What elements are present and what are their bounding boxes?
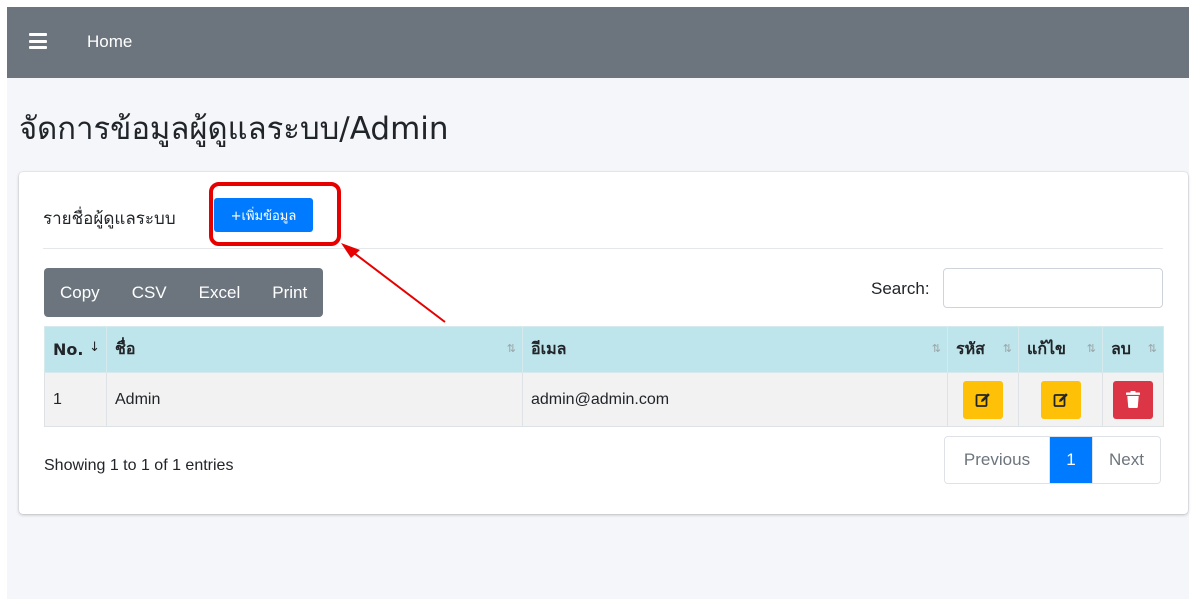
- column-header-label: ชื่อ: [115, 339, 136, 358]
- column-header-label: อีเมล: [531, 339, 567, 358]
- column-header-edit[interactable]: แก้ไข ⇅: [1018, 326, 1103, 373]
- top-navbar: Home: [7, 7, 1189, 78]
- edit-button[interactable]: [1040, 380, 1081, 419]
- card-title: รายชื่อผู้ดูแลระบบ: [43, 209, 176, 229]
- pagination-previous-button[interactable]: Previous: [945, 437, 1050, 483]
- page-title: จัดการข้อมูลผู้ดูแลระบบ/Admin: [19, 111, 449, 147]
- cell-password: [947, 372, 1019, 427]
- add-data-button[interactable]: +เพิ่มข้อมูล: [214, 198, 313, 232]
- sort-icon: ⇅: [506, 342, 516, 355]
- table-info-text: Showing 1 to 1 of 1 entries: [44, 457, 234, 474]
- sort-icon: ⇅: [1147, 342, 1157, 355]
- copy-button[interactable]: Copy: [44, 268, 116, 317]
- column-header-delete[interactable]: ลบ ⇅: [1102, 326, 1164, 373]
- print-button[interactable]: Print: [256, 268, 323, 317]
- hamburger-icon[interactable]: [29, 33, 47, 49]
- cell-email: admin@admin.com: [522, 372, 948, 427]
- cell-name: Admin: [106, 372, 523, 427]
- cell-no: 1: [44, 372, 107, 427]
- search-input[interactable]: [943, 268, 1163, 308]
- column-header-label: รหัส: [956, 339, 985, 358]
- pagination-next-button[interactable]: Next: [1092, 437, 1160, 483]
- admin-list-card: รายชื่อผู้ดูแลระบบ +เพิ่มข้อมูล Copy CSV…: [19, 172, 1188, 514]
- cell-edit: [1018, 372, 1103, 427]
- edit-icon: [975, 392, 990, 407]
- cell-delete: [1102, 372, 1164, 427]
- column-header-label: แก้ไข: [1027, 339, 1066, 358]
- column-header-no[interactable]: No. ↓: [44, 326, 107, 373]
- column-header-email[interactable]: อีเมล ⇅: [522, 326, 948, 373]
- trash-icon: [1126, 391, 1140, 408]
- pagination-page-1-button[interactable]: 1: [1050, 437, 1092, 483]
- change-password-button[interactable]: [963, 380, 1003, 419]
- edit-icon: [1053, 392, 1068, 407]
- column-header-label: ลบ: [1111, 339, 1131, 358]
- column-header-name[interactable]: ชื่อ ⇅: [106, 326, 523, 373]
- table-row: 1 Admin admin@admin.com: [44, 372, 1164, 427]
- table-header-row: No. ↓ ชื่อ ⇅ อีเมล ⇅ รหัส ⇅ แก้ไข ⇅ ลบ ⇅: [44, 326, 1164, 373]
- delete-button[interactable]: [1113, 380, 1153, 419]
- sort-desc-icon: ↓: [89, 340, 100, 355]
- excel-button[interactable]: Excel: [183, 268, 257, 317]
- column-header-label: No.: [53, 340, 84, 359]
- admin-table: No. ↓ ชื่อ ⇅ อีเมล ⇅ รหัส ⇅ แก้ไข ⇅ ลบ ⇅ 1 Adm…: [44, 326, 1164, 427]
- csv-button[interactable]: CSV: [116, 268, 183, 317]
- export-button-group: Copy CSV Excel Print: [44, 268, 324, 317]
- column-header-password[interactable]: รหัส ⇅: [947, 326, 1019, 373]
- nav-home-link[interactable]: Home: [87, 32, 132, 52]
- app-frame: Home จัดการข้อมูลผู้ดูแลระบบ/Admin รายชื…: [7, 7, 1189, 599]
- search-label: Search:: [871, 279, 930, 298]
- card-header-divider: [43, 248, 1163, 249]
- sort-icon: ⇅: [931, 342, 941, 355]
- sort-icon: ⇅: [1086, 342, 1096, 355]
- pagination: Previous 1 Next: [944, 436, 1161, 484]
- sort-icon: ⇅: [1002, 342, 1012, 355]
